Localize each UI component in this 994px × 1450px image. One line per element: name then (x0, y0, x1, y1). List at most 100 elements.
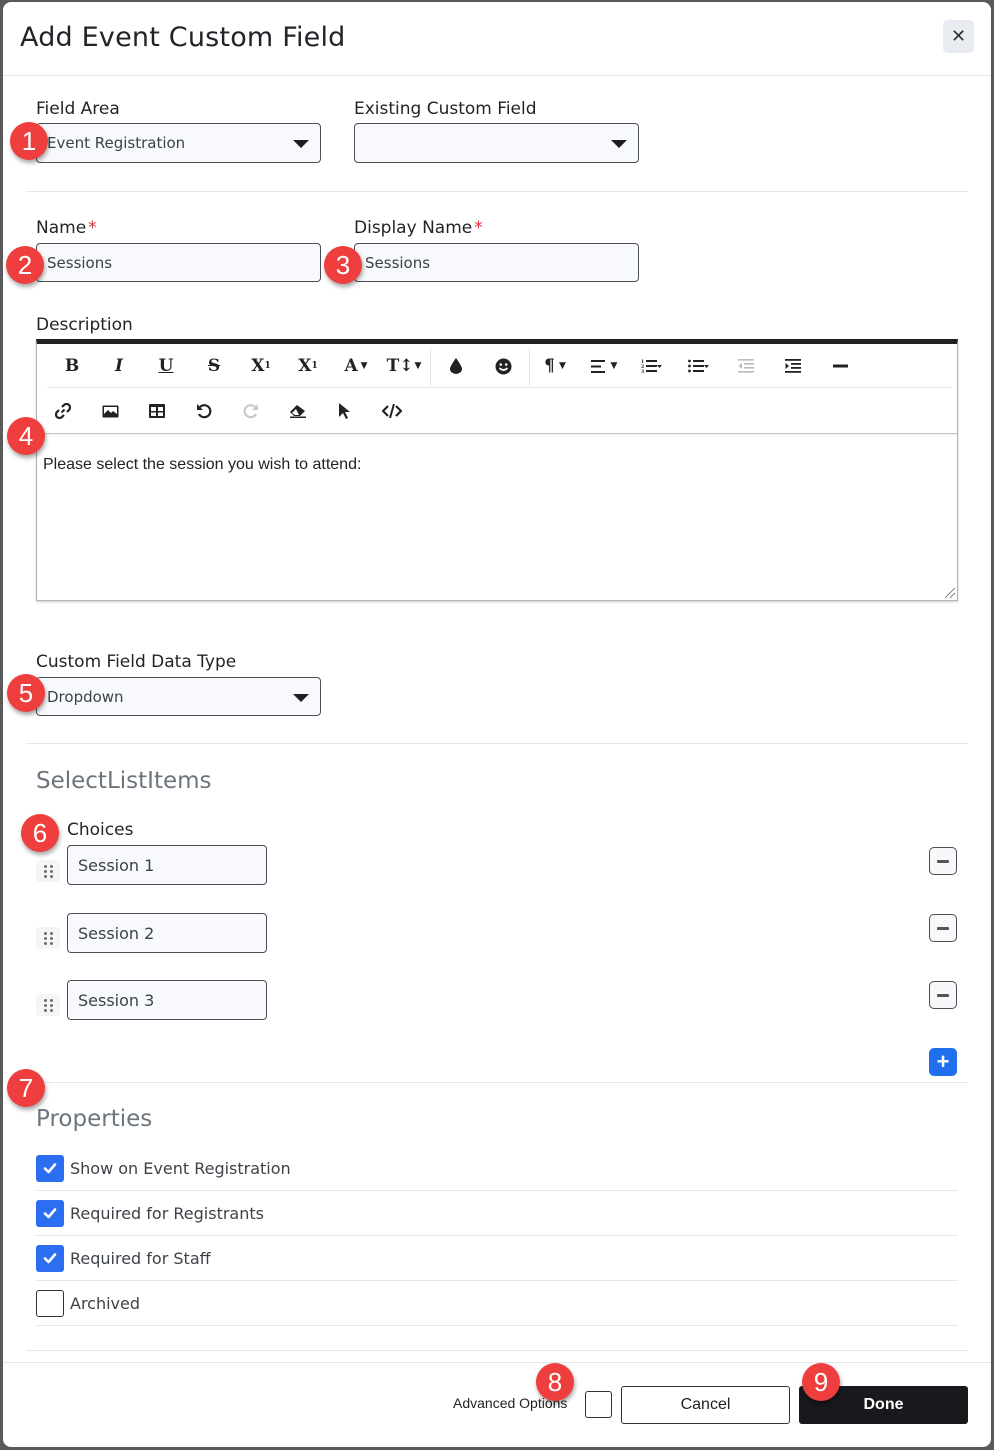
choice-value: Session 3 (78, 990, 155, 1010)
minus-icon (937, 859, 949, 863)
drag-handle-icon[interactable] (36, 860, 60, 882)
strikethrough-icon[interactable]: S (194, 344, 234, 388)
superscript-icon[interactable]: X1 (288, 344, 328, 388)
divider (26, 743, 968, 744)
redo-icon[interactable] (231, 389, 271, 433)
chevron-down-icon (293, 694, 309, 702)
annotation-marker-6: 6 (21, 814, 59, 852)
minus-icon (937, 993, 949, 997)
property-row: Archived (36, 1281, 958, 1326)
resize-handle[interactable] (945, 588, 955, 598)
close-button[interactable]: ✕ (943, 20, 974, 53)
cancel-button[interactable]: Cancel (621, 1386, 790, 1424)
property-row: Required for Registrants (36, 1191, 958, 1236)
link-icon[interactable] (43, 389, 83, 433)
dialog-title: Add Event Custom Field (20, 22, 346, 53)
horizontal-rule-icon[interactable] (820, 344, 860, 388)
display-name-label: Display Name * (354, 218, 483, 238)
required-asterisk: * (88, 218, 97, 238)
required-asterisk: * (474, 218, 483, 238)
align-dropdown[interactable]: ▼ (584, 344, 624, 388)
description-content: Please select the session you wish to at… (43, 456, 362, 473)
close-icon: ✕ (950, 26, 967, 46)
archived-checkbox[interactable] (36, 1289, 64, 1317)
divider (26, 1350, 968, 1351)
underline-icon[interactable]: U (146, 344, 186, 388)
divider (26, 191, 968, 192)
remove-choice-button[interactable] (929, 981, 957, 1009)
annotation-marker-9: 9 (802, 1363, 840, 1401)
check-icon (43, 1253, 57, 1264)
property-label: Archived (70, 1293, 141, 1313)
drag-handle-icon[interactable] (36, 927, 60, 949)
existing-custom-field-label: Existing Custom Field (354, 99, 537, 119)
remove-choice-button[interactable] (929, 914, 957, 942)
field-area-value: Event Registration (47, 134, 186, 152)
required-for-staff-checkbox[interactable] (36, 1244, 64, 1272)
display-name-input[interactable]: Sessions (354, 243, 639, 282)
table-icon[interactable] (137, 389, 177, 433)
drag-handle-icon[interactable] (36, 994, 60, 1016)
annotation-marker-4: 4 (7, 417, 45, 455)
emoji-icon[interactable] (483, 344, 523, 388)
check-icon (43, 1163, 57, 1174)
bold-icon[interactable]: B (52, 344, 92, 388)
field-area-label: Field Area (36, 99, 120, 119)
subscript-icon[interactable]: X1 (241, 344, 281, 388)
ordered-list-icon[interactable]: 123 (632, 344, 672, 388)
toolbar-separator (430, 348, 431, 386)
choice-value: Session 2 (78, 923, 155, 943)
select-list-items-title: SelectListItems (36, 768, 212, 794)
data-type-value: Dropdown (47, 687, 124, 706)
name-input-value: Sessions (47, 253, 113, 272)
add-choice-button[interactable]: + (929, 1048, 957, 1076)
property-label: Required for Staff (70, 1248, 211, 1268)
display-name-label-text: Display Name (354, 218, 473, 238)
description-text-area[interactable]: Please select the session you wish to at… (37, 433, 957, 600)
choice-input[interactable]: Session 1 (67, 845, 267, 885)
description-label: Description (36, 315, 133, 335)
paragraph-dropdown[interactable]: ¶ ▼ (535, 344, 575, 388)
choice-value: Session 1 (78, 855, 155, 875)
color-drop-icon[interactable] (436, 344, 476, 388)
description-editor: B I U S X1 X1 A ▼ T↕ ▼ ¶ ▼ ▼ 123 Please … (36, 339, 958, 601)
property-row: Required for Staff (36, 1236, 958, 1281)
image-icon[interactable] (90, 389, 130, 433)
annotation-marker-1: 1 (10, 122, 48, 160)
add-event-custom-field-dialog: Add Event Custom Field ✕ Field Area Even… (3, 2, 991, 1447)
dialog-header: Add Event Custom Field ✕ (3, 2, 991, 76)
indent-icon[interactable] (773, 344, 813, 388)
eraser-icon[interactable] (278, 389, 318, 433)
chevron-down-icon (611, 140, 627, 148)
divider (26, 1082, 968, 1083)
font-color-dropdown[interactable]: A ▼ (336, 344, 376, 388)
field-area-select[interactable]: Event Registration (36, 123, 321, 163)
data-type-select[interactable]: Dropdown (36, 677, 321, 716)
name-input[interactable]: Sessions (36, 243, 321, 282)
property-label: Show on Event Registration (70, 1158, 291, 1178)
required-for-registrants-checkbox[interactable] (36, 1199, 64, 1227)
name-label: Name * (36, 218, 97, 238)
annotation-marker-2: 2 (6, 246, 44, 284)
property-row: Show on Event Registration (36, 1146, 958, 1191)
chevron-down-icon (293, 140, 309, 148)
show-on-event-registration-checkbox[interactable] (36, 1154, 64, 1182)
properties-title: Properties (36, 1106, 153, 1132)
editor-toolbar-row-2 (37, 389, 957, 433)
svg-text:3: 3 (641, 369, 644, 373)
choice-input[interactable]: Session 2 (67, 913, 267, 953)
unordered-list-icon[interactable] (679, 344, 719, 388)
choice-input[interactable]: Session 3 (67, 980, 267, 1020)
select-icon[interactable] (325, 389, 365, 433)
editor-toolbar-row-1: B I U S X1 X1 A ▼ T↕ ▼ ¶ ▼ ▼ 123 (47, 344, 952, 388)
annotation-marker-3: 3 (324, 246, 362, 284)
advanced-options-checkbox[interactable] (585, 1391, 612, 1418)
font-size-dropdown[interactable]: T↕ ▼ (384, 344, 424, 388)
remove-choice-button[interactable] (929, 847, 957, 875)
code-view-icon[interactable] (372, 389, 412, 433)
outdent-icon[interactable] (726, 344, 766, 388)
existing-custom-field-select[interactable] (354, 123, 639, 163)
annotation-marker-8: 8 (536, 1363, 574, 1401)
undo-icon[interactable] (184, 389, 224, 433)
italic-icon[interactable]: I (99, 344, 139, 388)
